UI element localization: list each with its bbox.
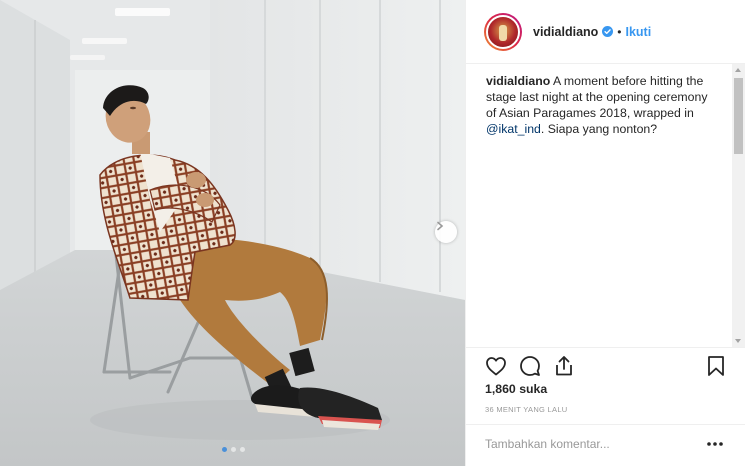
carousel-dot bbox=[240, 447, 245, 452]
caption-text-end: . Siapa yang nonton? bbox=[540, 122, 658, 136]
scroll-down-arrow-icon[interactable] bbox=[735, 339, 741, 343]
post-photo[interactable] bbox=[0, 0, 465, 466]
caption-username-link[interactable]: vidialdiano bbox=[486, 74, 550, 88]
photo-illustration bbox=[0, 0, 465, 466]
heart-icon[interactable] bbox=[484, 354, 508, 378]
comment-icon[interactable] bbox=[518, 354, 542, 378]
post-caption: vidialdiano A moment before hitting the … bbox=[486, 73, 716, 137]
comments-scrollbar[interactable] bbox=[732, 64, 745, 347]
avatar[interactable] bbox=[484, 12, 522, 51]
follow-button[interactable]: Ikuti bbox=[626, 25, 652, 39]
scroll-up-arrow-icon[interactable] bbox=[735, 68, 741, 72]
more-options-icon[interactable] bbox=[706, 437, 724, 451]
post-header: vidialdiano • Ikuti bbox=[466, 0, 745, 64]
carousel-indicator bbox=[222, 447, 245, 452]
separator-dot: • bbox=[617, 24, 622, 39]
scrollbar-thumb[interactable] bbox=[734, 78, 743, 154]
avatar-image bbox=[486, 14, 520, 49]
carousel-dot bbox=[222, 447, 227, 452]
bookmark-icon[interactable] bbox=[704, 354, 728, 378]
action-icon-row bbox=[482, 354, 732, 378]
chevron-right-icon bbox=[437, 221, 444, 231]
share-icon[interactable] bbox=[552, 354, 576, 378]
carousel-dot bbox=[231, 447, 236, 452]
comment-input[interactable] bbox=[485, 434, 690, 454]
likes-count[interactable]: 1,860 suka bbox=[485, 382, 547, 396]
verified-badge-icon bbox=[602, 26, 614, 37]
post-actions: 1,860 suka 36 MENIT YANG LALU bbox=[466, 347, 745, 466]
comment-box bbox=[466, 424, 745, 466]
post-side-panel: vidialdiano • Ikuti vidialdiano A moment… bbox=[465, 0, 745, 466]
caption-mention-link[interactable]: @ikat_ind bbox=[486, 122, 541, 136]
username-link[interactable]: vidialdiano bbox=[533, 25, 598, 39]
next-slide-button[interactable] bbox=[435, 221, 457, 243]
post-timestamp[interactable]: 36 MENIT YANG LALU bbox=[485, 405, 568, 414]
